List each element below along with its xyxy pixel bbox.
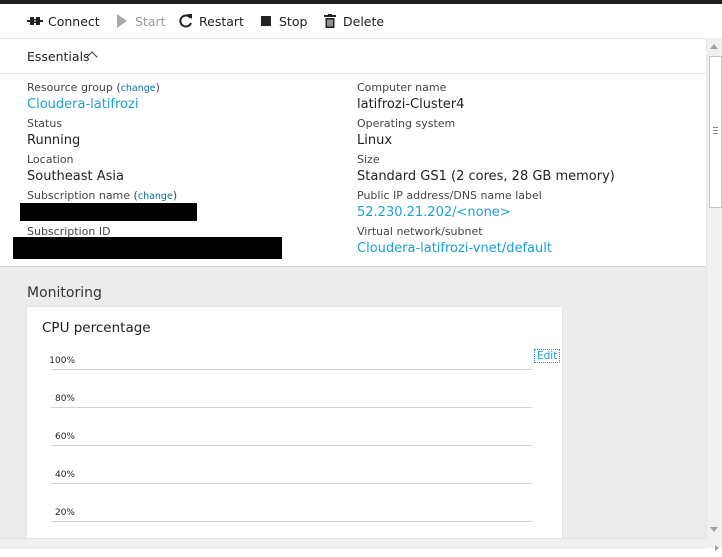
computer-name-label: Computer name — [357, 81, 447, 94]
scroll-up-arrow-icon[interactable] — [710, 44, 718, 49]
y-tick-label: 20% — [54, 508, 75, 518]
gridline — [51, 369, 532, 370]
connect-label: Connect — [48, 13, 100, 29]
size-label: Size — [357, 153, 380, 166]
monitoring-title: Monitoring — [27, 285, 102, 301]
os-label: Operating system — [357, 117, 456, 130]
chart-title: CPU percentage — [42, 320, 151, 336]
resource-group-label: Resource group (change) — [27, 81, 160, 94]
play-icon — [114, 13, 130, 29]
connect-icon — [27, 13, 43, 29]
public-ip-label: Public IP address/DNS name label — [357, 189, 542, 202]
y-tick-label: 40% — [54, 470, 75, 480]
vnet-value[interactable]: Cloudera-latifrozi-vnet/default — [357, 241, 552, 256]
connect-button[interactable]: Connect — [27, 12, 100, 30]
essentials-title: Essentials — [27, 49, 90, 64]
y-tick-label: 80% — [54, 394, 75, 404]
y-tick-label: 100% — [49, 356, 75, 366]
location-label: Location — [27, 153, 74, 166]
redacted-subscription-id — [13, 237, 282, 259]
restart-button[interactable]: Restart — [178, 12, 244, 30]
status-label: Status — [27, 117, 63, 130]
vnet-label: Virtual network/subnet — [357, 225, 483, 238]
computer-name-value: latifrozi-Cluster4 — [357, 97, 465, 112]
redacted-subscription-name — [20, 203, 197, 221]
essentials-panel: Essentials Resource group (change) Cloud… — [0, 39, 706, 267]
monitoring-section: Monitoring CPU percentage Edit 100% 80% 60… — [0, 267, 706, 547]
stop-icon — [258, 13, 274, 29]
cpu-chart-tile[interactable]: CPU percentage Edit 100% 80% 60% 40% 20% — [27, 307, 562, 547]
vertical-scrollbar[interactable] — [706, 38, 722, 538]
restart-label: Restart — [199, 13, 244, 29]
os-value: Linux — [357, 133, 393, 148]
scroll-down-arrow-icon[interactable] — [710, 527, 718, 532]
y-tick-label: 60% — [54, 432, 75, 442]
start-label: Start — [135, 13, 166, 29]
scrollbar-corner — [706, 538, 722, 551]
start-button[interactable]: Start — [114, 12, 166, 30]
gridline — [51, 521, 532, 522]
resource-group-label-text: Resource group — [27, 81, 113, 94]
edit-link[interactable]: Edit — [534, 349, 561, 363]
location-value: Southeast Asia — [27, 169, 124, 184]
subscription-change-link[interactable]: change — [138, 191, 173, 202]
command-toolbar: Connect Start Restart Stop Delete — [0, 4, 706, 39]
stop-label: Stop — [279, 13, 308, 29]
trash-icon — [322, 13, 338, 29]
size-value: Standard GS1 (2 cores, 28 GB memory) — [357, 169, 615, 184]
gridline — [51, 445, 532, 446]
status-value: Running — [27, 133, 81, 148]
resource-group-value[interactable]: Cloudera-latifrozi — [27, 97, 138, 112]
subscription-name-label-text: Subscription name — [27, 189, 131, 202]
subscription-name-label: Subscription name (change) — [27, 189, 178, 202]
resource-group-change-link[interactable]: change — [121, 83, 156, 94]
delete-button[interactable]: Delete — [322, 12, 384, 30]
restart-icon — [178, 13, 194, 29]
horizontal-scrollbar[interactable] — [0, 538, 706, 549]
gridline — [51, 483, 532, 484]
scrollbar-thumb[interactable] — [709, 56, 722, 208]
delete-label: Delete — [343, 13, 385, 29]
essentials-header[interactable]: Essentials — [0, 39, 706, 74]
gridline — [51, 407, 532, 408]
stop-button[interactable]: Stop — [258, 12, 307, 30]
public-ip-value[interactable]: 52.230.21.202/<none> — [357, 205, 511, 220]
scroll-right-arrow-icon[interactable] — [706, 543, 722, 553]
